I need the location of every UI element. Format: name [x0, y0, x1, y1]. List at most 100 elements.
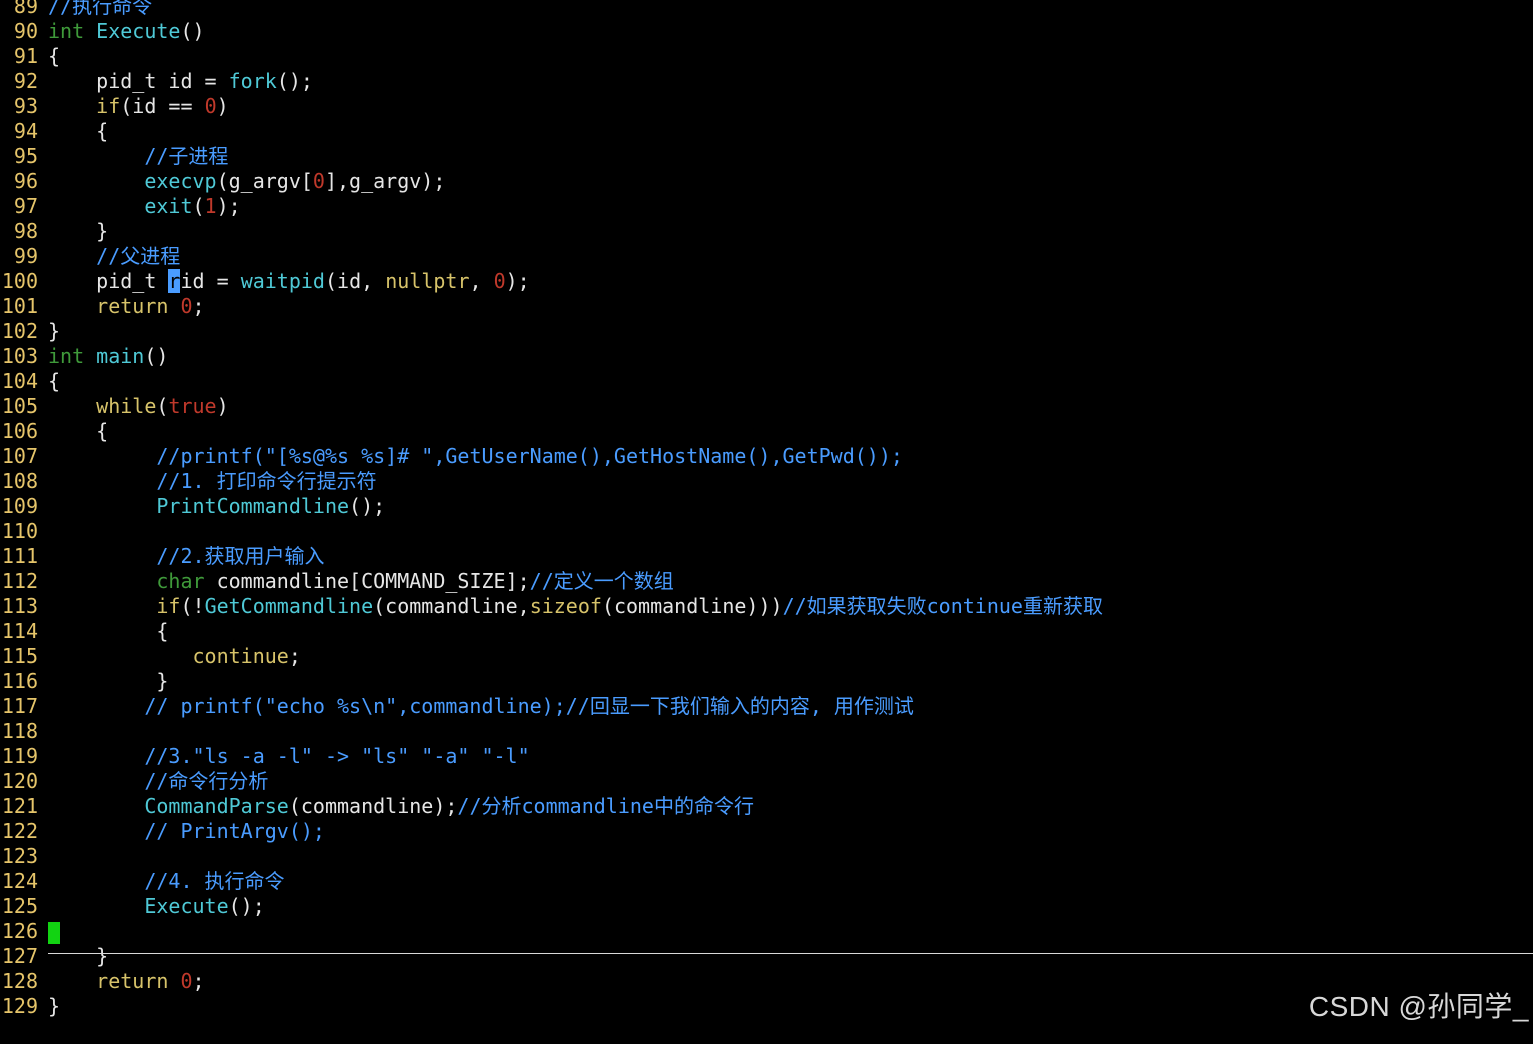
- line-number: 100: [1, 269, 38, 293]
- code-line[interactable]: 100 pid_t rid = waitpid(id, nullptr, 0);: [0, 269, 1533, 294]
- code-line[interactable]: 114 {: [0, 619, 1533, 644]
- code-text: {: [48, 44, 60, 68]
- line-number: 90: [13, 19, 38, 43]
- code-text: //4. 执行命令: [48, 869, 285, 893]
- code-line[interactable]: 128 return 0;: [0, 969, 1533, 994]
- code-text: PrintCommandline();: [48, 494, 385, 518]
- line-number: 102: [1, 319, 38, 343]
- code-line[interactable]: 120 //命令行分析: [0, 769, 1533, 794]
- code-token: (: [192, 194, 205, 218]
- code-line[interactable]: 127 }: [0, 944, 1533, 969]
- code-line[interactable]: 111 //2.获取用户输入: [0, 544, 1533, 569]
- code-text: pid_t rid = waitpid(id, nullptr, 0);: [48, 269, 530, 293]
- code-token: {: [48, 369, 61, 393]
- code-token: if: [96, 94, 121, 118]
- code-text: }: [48, 944, 108, 968]
- code-line[interactable]: 97 exit(1);: [0, 194, 1533, 219]
- line-number: 128: [1, 969, 38, 993]
- line-number: 99: [13, 244, 38, 268]
- code-line[interactable]: 104 {: [0, 369, 1533, 394]
- code-line[interactable]: 106 {: [0, 419, 1533, 444]
- code-text: //父进程: [48, 244, 180, 268]
- code-text: }: [48, 219, 108, 243]
- code-line[interactable]: 109 PrintCommandline();: [0, 494, 1533, 519]
- code-text: //1. 打印命令行提示符: [48, 469, 376, 493]
- watermark: CSDN @孙同学_: [1308, 991, 1529, 1022]
- code-token: ): [216, 394, 229, 418]
- code-line[interactable]: 116 }: [0, 669, 1533, 694]
- code-token: 1: [204, 194, 217, 218]
- code-line[interactable]: 103 int main(): [0, 344, 1533, 369]
- code-text: execvp(g_argv[0],g_argv);: [48, 169, 445, 193]
- code-token: id =: [180, 269, 241, 293]
- code-line[interactable]: 89 //执行命令: [0, 0, 1533, 19]
- code-line[interactable]: 126: [0, 919, 1533, 944]
- line-number: 98: [13, 219, 38, 243]
- code-line[interactable]: 124 //4. 执行命令: [0, 869, 1533, 894]
- code-line[interactable]: 101 return 0;: [0, 294, 1533, 319]
- code-token: //定义一个数组: [529, 569, 674, 593]
- code-line[interactable]: 91 {: [0, 44, 1533, 69]
- code-token: commandline[COMMAND_SIZE];: [204, 569, 530, 593]
- code-line[interactable]: 119 //3."ls -a -l" -> "ls" "-a" "-l": [0, 744, 1533, 769]
- line-number: 129: [1, 994, 38, 1018]
- code-text: return 0;: [48, 294, 204, 318]
- code-token: (: [156, 394, 169, 418]
- code-line[interactable]: 122 // PrintArgv();: [0, 819, 1533, 844]
- code-token: (): [144, 344, 169, 368]
- code-line[interactable]: 129}: [0, 994, 1533, 1019]
- code-line[interactable]: 90 int Execute(): [0, 19, 1533, 44]
- code-line[interactable]: 105 while(true): [0, 394, 1533, 419]
- code-line[interactable]: 121 CommandParse(commandline);//分析comman…: [0, 794, 1533, 819]
- code-line[interactable]: 108 //1. 打印命令行提示符: [0, 469, 1533, 494]
- code-text: exit(1);: [48, 194, 240, 218]
- code-line[interactable]: 125 Execute();: [0, 894, 1533, 919]
- code-line[interactable]: 115 continue;: [0, 644, 1533, 669]
- code-text: while(true): [48, 394, 229, 418]
- code-line[interactable]: 118: [0, 719, 1533, 744]
- code-line[interactable]: 102}: [0, 319, 1533, 344]
- code-token: //2.获取用户输入: [156, 544, 325, 568]
- line-number: 115: [1, 644, 38, 668]
- code-line[interactable]: 112 char commandline[COMMAND_SIZE];//定义一…: [0, 569, 1533, 594]
- line-number: 123: [1, 844, 38, 868]
- code-line[interactable]: 92 pid_t id = fork();: [0, 69, 1533, 94]
- code-line[interactable]: 113 if(!GetCommandline(commandline,sizeo…: [0, 594, 1533, 619]
- code-line[interactable]: 107 //printf("[%s@%s %s]# ",GetUserName(…: [0, 444, 1533, 469]
- code-token: //4. 执行命令: [144, 869, 285, 893]
- code-token: PrintCommandline: [156, 494, 350, 518]
- code-line[interactable]: 95 //子进程: [0, 144, 1533, 169]
- code-line[interactable]: 110: [0, 519, 1533, 544]
- code-line[interactable]: 96 execvp(g_argv[0],g_argv);: [0, 169, 1533, 194]
- code-token: {: [48, 119, 109, 143]
- code-token: true: [168, 394, 217, 418]
- insert-cursor: [48, 921, 60, 944]
- line-number: 127: [1, 944, 38, 968]
- code-token: //父进程: [96, 244, 181, 268]
- line-number: 89: [13, 0, 38, 18]
- line-number: 92: [13, 69, 38, 93]
- code-line[interactable]: 94 {: [0, 119, 1533, 144]
- line-number: 108: [1, 469, 38, 493]
- code-line[interactable]: 117 // printf("echo %s\n",commandline);/…: [0, 694, 1533, 719]
- code-line[interactable]: 93 if(id == 0): [0, 94, 1533, 119]
- code-text: int main(): [48, 344, 168, 368]
- code-token: (commandline))): [601, 594, 783, 618]
- code-token: {: [48, 44, 61, 68]
- code-line[interactable]: 99 //父进程: [0, 244, 1533, 269]
- code-editor[interactable]: 89//执行命令 90 int Execute() 91{92 pid_t id = …: [0, 0, 1533, 1044]
- code-text: }: [48, 319, 60, 343]
- code-token: 0: [312, 169, 325, 193]
- code-line[interactable]: 123: [0, 844, 1533, 869]
- code-token: int: [48, 19, 85, 43]
- code-line[interactable]: 98 }: [0, 219, 1533, 244]
